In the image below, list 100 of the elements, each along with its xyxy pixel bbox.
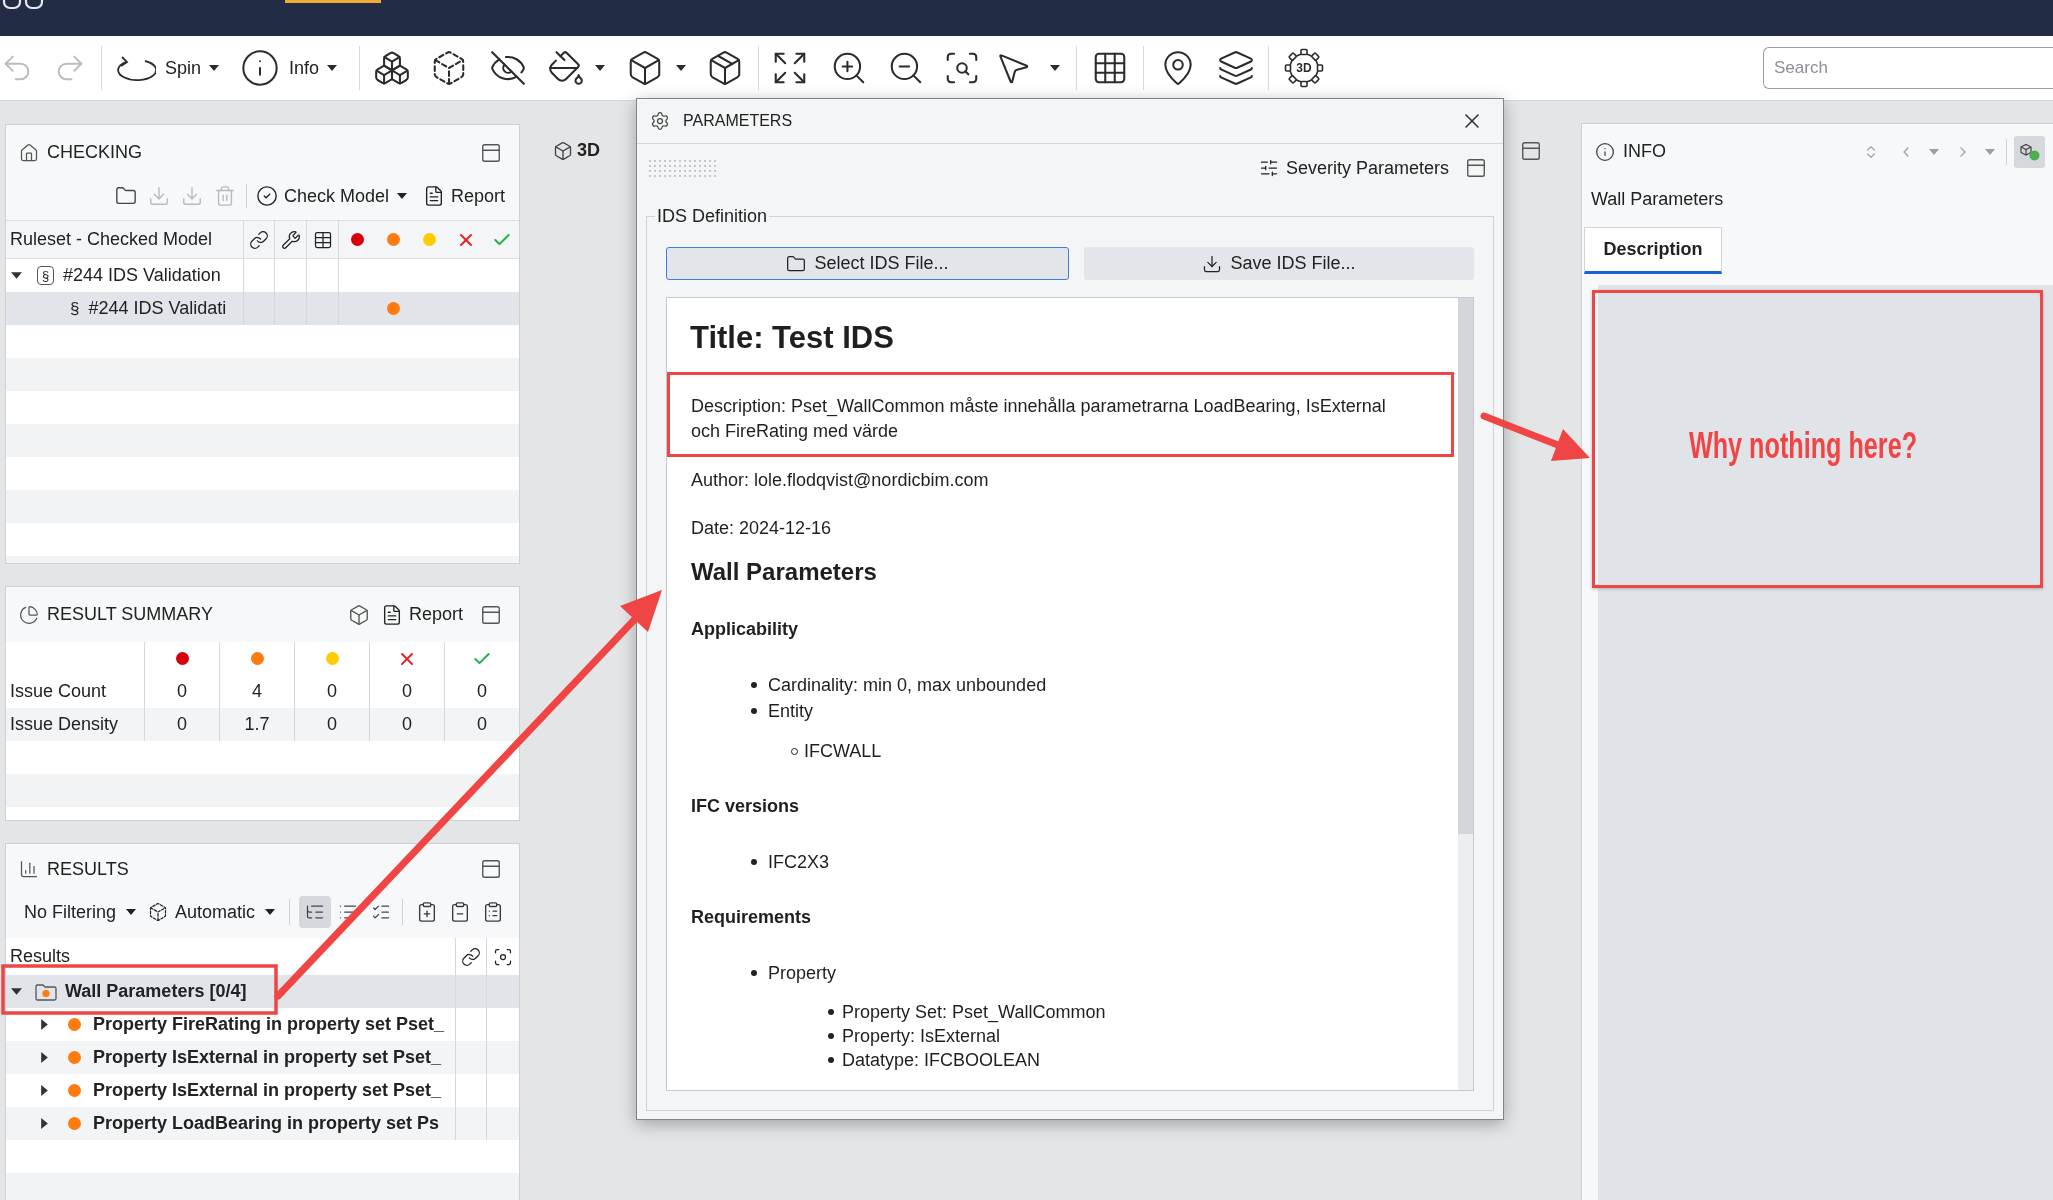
eye-off-icon[interactable] bbox=[489, 49, 527, 87]
caret-icon[interactable] bbox=[41, 1052, 48, 1063]
save-file-button[interactable]: Save IDS File... bbox=[1084, 247, 1474, 280]
select-file-button[interactable]: Select IDS File... bbox=[666, 247, 1069, 280]
count-value: 0 bbox=[402, 713, 412, 736]
tree-label: Property FireRating in property set Pset_ bbox=[93, 1013, 445, 1036]
annotation-note: Why nothing here? bbox=[1688, 424, 1917, 468]
caret-icon bbox=[209, 65, 220, 71]
section-symbol: § bbox=[37, 266, 54, 285]
caret-icon bbox=[126, 909, 137, 915]
panel-title: INFO bbox=[1623, 140, 1666, 163]
count-value: 0 bbox=[177, 713, 187, 736]
link-icon bbox=[461, 946, 481, 967]
count-value: 0 bbox=[477, 680, 487, 703]
window-icon[interactable] bbox=[1520, 139, 1542, 162]
panel-title: RESULT SUMMARY bbox=[47, 603, 214, 626]
folder-icon[interactable] bbox=[114, 185, 137, 207]
bullet-icon bbox=[828, 1009, 834, 1015]
mode-dropdown[interactable]: Automatic bbox=[148, 898, 276, 926]
bullet-icon bbox=[751, 682, 757, 688]
bullet-icon bbox=[751, 859, 757, 865]
filter-dropdown[interactable]: No Filtering bbox=[24, 898, 137, 926]
download-icon bbox=[1202, 253, 1223, 274]
caret-icon bbox=[327, 65, 338, 71]
folder-icon bbox=[786, 253, 807, 274]
count-value: 0 bbox=[402, 680, 412, 703]
list-item: Cardinality: min 0, max unbounded bbox=[768, 673, 1047, 697]
author-text: Author: lole.flodqvist@nordicbim.com bbox=[691, 469, 989, 492]
cubes-icon[interactable] bbox=[373, 49, 411, 87]
pie-chart-icon bbox=[19, 604, 39, 625]
column-header: Ruleset - Checked Model bbox=[10, 228, 213, 251]
sliders-icon bbox=[1258, 158, 1279, 178]
menu-button[interactable]: Spin bbox=[114, 46, 222, 90]
caret-icon bbox=[396, 193, 407, 199]
view-toggle[interactable] bbox=[2014, 135, 2045, 168]
view-mode-button[interactable] bbox=[299, 896, 332, 928]
document-title: Title: Test IDS bbox=[690, 320, 894, 356]
paint-bucket-icon[interactable] bbox=[547, 49, 585, 87]
row-label: Issue Density bbox=[10, 713, 119, 736]
tree-row[interactable]: § #244 IDS Validati bbox=[6, 292, 519, 325]
date-text: Date: 2024-12-16 bbox=[691, 517, 832, 540]
caret-icon[interactable] bbox=[11, 988, 22, 995]
severity-parameters-button[interactable]: Severity Parameters bbox=[1258, 154, 1449, 182]
drag-handle-icon[interactable] bbox=[648, 158, 718, 178]
tree-label: #244 IDS Validati bbox=[88, 297, 227, 320]
caret-icon[interactable] bbox=[41, 1019, 48, 1030]
group-label: IDS Definition bbox=[656, 205, 769, 228]
window-icon[interactable] bbox=[480, 858, 502, 880]
caret-icon[interactable] bbox=[676, 65, 686, 71]
bar-chart-icon bbox=[19, 859, 39, 879]
dashed-cube-icon bbox=[148, 902, 169, 922]
tree-row[interactable]: Property IsExternal in property set Pset_ bbox=[6, 1041, 519, 1074]
list-item: Entity bbox=[768, 699, 814, 723]
view-tab[interactable]: 3D bbox=[553, 134, 600, 167]
cube-icon bbox=[553, 140, 573, 161]
tab[interactable]: Description bbox=[1584, 227, 1722, 274]
list-item: IFCWALL bbox=[804, 739, 882, 763]
check-model-button[interactable]: Check Model bbox=[255, 182, 407, 210]
tree-label: Wall Parameters [0/4] bbox=[65, 980, 247, 1003]
count-value: 1.7 bbox=[244, 713, 270, 736]
list-item: Property bbox=[768, 961, 837, 985]
subsection-heading: Requirements bbox=[691, 906, 812, 929]
column-header: Results bbox=[10, 945, 71, 968]
layers-icon[interactable] bbox=[1217, 49, 1255, 87]
subsection-heading: IFC versions bbox=[691, 795, 800, 818]
search-field[interactable]: Search bbox=[1763, 47, 2053, 89]
check-circle-icon bbox=[255, 185, 278, 207]
caret-icon[interactable] bbox=[11, 272, 22, 279]
scrollbar-thumb[interactable] bbox=[1458, 298, 1473, 834]
report-button[interactable]: Report bbox=[380, 601, 463, 628]
tree-label: Property IsExternal in property set Pset_ bbox=[93, 1046, 442, 1069]
cube-icon[interactable] bbox=[347, 603, 370, 626]
bullet-icon bbox=[828, 1057, 834, 1063]
section-symbol: § bbox=[70, 297, 80, 320]
panel-title: RESULTS bbox=[47, 857, 129, 881]
tree-label: Property LoadBearing in property set Ps bbox=[93, 1112, 440, 1135]
app-grid-icon[interactable] bbox=[0, 0, 46, 10]
tree-row[interactable]: Wall Parameters [0/4] bbox=[6, 975, 519, 1008]
count-value: 0 bbox=[477, 713, 487, 736]
window-icon[interactable] bbox=[1465, 157, 1487, 179]
list-item: Property: IsExternal bbox=[842, 1024, 1001, 1048]
count-value: 0 bbox=[327, 680, 337, 703]
bullet-icon bbox=[751, 708, 757, 714]
cubes-icon bbox=[2018, 141, 2041, 162]
wrench-icon bbox=[280, 229, 301, 250]
row-label: Issue Count bbox=[10, 680, 107, 703]
window-icon[interactable] bbox=[480, 603, 502, 626]
caret-icon bbox=[265, 909, 276, 915]
caret-icon[interactable] bbox=[595, 65, 605, 71]
caret-icon[interactable] bbox=[41, 1118, 48, 1129]
report-button[interactable]: Report bbox=[422, 182, 505, 210]
section-heading: Wall Parameters bbox=[691, 557, 877, 587]
window-icon[interactable] bbox=[480, 141, 502, 164]
subject-title: Wall Parameters bbox=[1591, 188, 1724, 211]
caret-icon[interactable] bbox=[41, 1085, 48, 1096]
view-settings-button[interactable]: 3D bbox=[1284, 48, 1324, 88]
list-item: Datatype: IFCBOOLEAN bbox=[842, 1048, 1041, 1072]
tree-row[interactable]: Property LoadBearing in property set Ps bbox=[6, 1107, 519, 1140]
caret-icon[interactable] bbox=[1050, 65, 1060, 71]
menu-button[interactable]: Info bbox=[240, 46, 346, 90]
